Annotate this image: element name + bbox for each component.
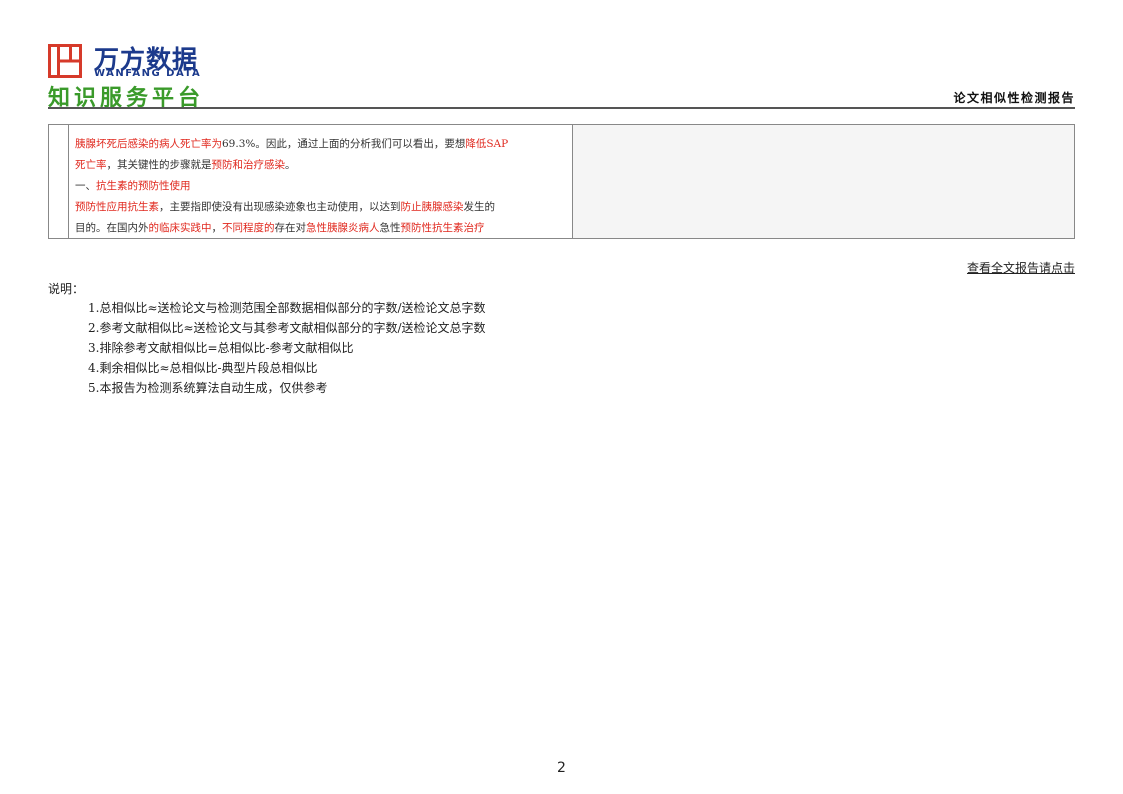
report-title: 论文相似性检测报告 [953,91,1075,105]
fragment-text: ， [211,222,223,234]
note-item: 2.参考文献相似比≈送检论文与其参考文献相似部分的字数/送检论文总字数 [88,321,486,335]
fragment-text: 急性 [379,222,401,234]
wanfang-logo-icon [48,44,82,78]
similar-text-highlight: 抗生素的预防性使用 [96,180,191,192]
fragment-text-cell: 胰腺坏死后感染的病人死亡率为69.3%。因此，通过上面的分析我们可以看出，要想降… [69,125,573,238]
page-number: 2 [557,760,566,776]
fragment-text: 69.3%。因此，通过上面的分析我们可以看出，要想 [222,138,466,150]
fragment-text: 一、 [75,180,96,192]
fragment-line: 胰腺坏死后感染的病人死亡率为69.3%。因此，通过上面的分析我们可以看出，要想降… [75,134,566,155]
fragment-line: 死亡率，其关键性的步骤就是预防和治疗感染。 [75,155,566,176]
fragment-line: 目的。在国内外的临床实践中，不同程度的存在对急性胰腺炎病人急性预防性抗生素治疗 [75,218,566,238]
fragment-line: 一、抗生素的预防性使用 [75,176,566,197]
fragment-text: ，主要指即使没有出现感染迹象也主动使用，以达到 [159,201,401,213]
similar-text-highlight: 胰腺坏死后感染的病人死亡率为 [75,138,222,150]
similar-text-highlight: 降低SAP [465,138,509,150]
fragment-text: ，其关键性的步骤就是 [106,159,212,171]
note-item: 1.总相似比≈送检论文与检测范围全部数据相似部分的字数/送检论文总字数 [88,301,486,315]
fragment-source-cell [573,125,1074,238]
view-full-report-link[interactable]: 查看全文报告请点击 [967,259,1075,276]
similar-text-highlight: 防止胰腺感染 [400,201,464,213]
fragment-text: 。 [285,159,296,171]
notes-title: 说明： [48,282,85,296]
note-item: 5.本报告为检测系统算法自动生成，仅供参考 [88,381,328,395]
logo-english-name: WANFANG DATA [94,68,202,79]
fragment-table: 胰腺坏死后感染的病人死亡率为69.3%。因此，通过上面的分析我们可以看出，要想降… [48,124,1075,239]
similar-text-highlight: 不同程度的 [222,222,275,234]
note-item: 4.剩余相似比≈总相似比-典型片段总相似比 [88,361,318,375]
fragment-text: 发生的 [463,201,496,213]
similar-text-highlight: 预防性应用抗生素 [75,201,159,213]
report-header: 万方数据 WANFANG DATA 知识服务平台 论文相似性检测报告 [48,38,1075,111]
fragment-line: 预防性应用抗生素，主要指即使没有出现感染迹象也主动使用，以达到防止胰腺感染发生的 [75,197,566,218]
note-item: 3.排除参考文献相似比=总相似比-参考文献相似比 [88,341,354,355]
similar-text-highlight: 死亡率 [75,159,107,171]
notes-list: 1.总相似比≈送检论文与检测范围全部数据相似部分的字数/送检论文总字数 2.参考… [88,298,486,398]
similar-text-highlight: 预防和治疗感染 [211,159,286,171]
similar-text-highlight: 急性胰腺炎病人 [306,222,380,234]
similar-text-highlight: 的临床实践中 [148,222,212,234]
fragment-index-cell [49,125,69,238]
similar-text-highlight: 预防性抗生素治疗 [400,222,485,234]
fragment-text: 目的。在国内外 [75,222,149,234]
fragment-text: 存在对 [274,222,307,234]
header-divider [48,107,1075,109]
